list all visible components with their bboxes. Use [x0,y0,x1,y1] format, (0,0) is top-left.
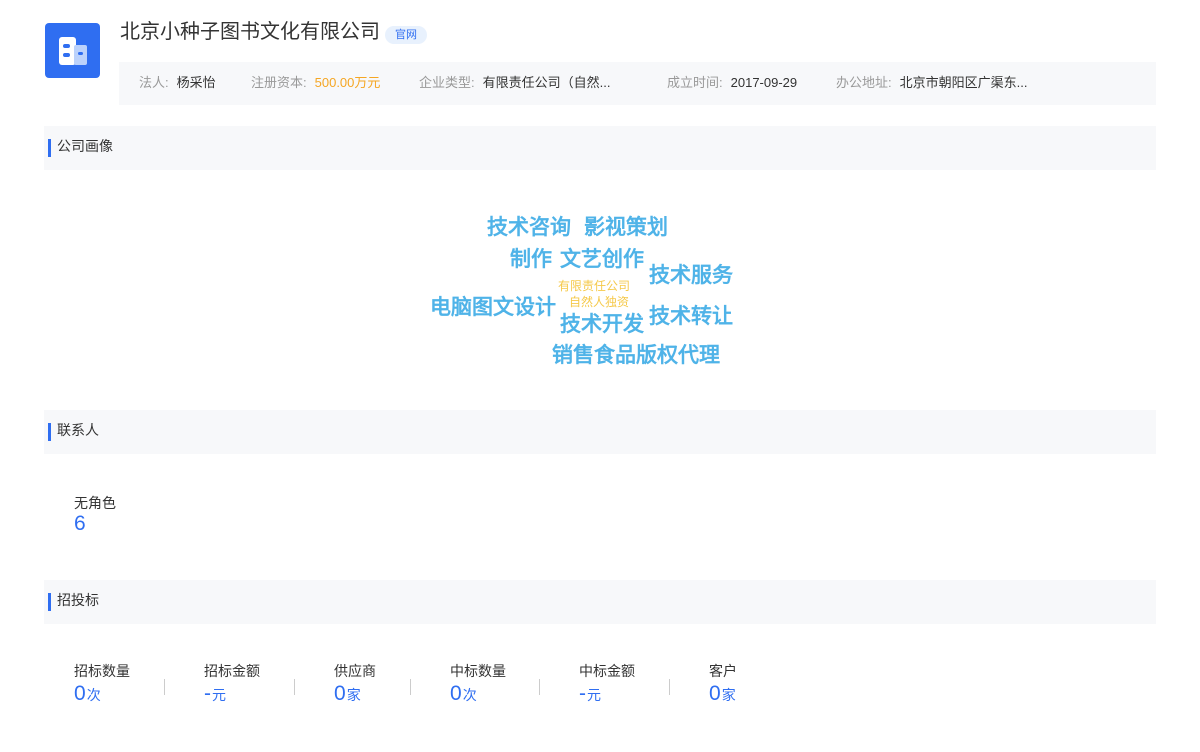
address-value: 北京市朝阳区广渠东... [899,75,1028,90]
supplier-stat: 供应商 0家 [334,662,376,706]
contact-count[interactable]: 6 [74,512,86,536]
bid-amount-stat: 招标金额 -元 [204,662,260,706]
win-amount-stat: 中标金额 -元 [579,662,635,706]
stat-number: 0 [450,682,462,705]
official-website-tag[interactable]: 官网 [385,26,427,44]
customer-stat: 客户 0家 [709,662,737,706]
stat-unit: 元 [212,687,226,703]
section-accent [48,593,51,611]
legal-person-value[interactable]: 杨采怡 [177,75,216,90]
address-label: 办公地址: [836,75,892,90]
company-name: 北京小种子图书文化有限公司 [120,21,380,43]
bid-count-stat: 招标数量 0次 [74,662,130,706]
company-info-bar: 法人: 杨采怡 注册资本: 500.00万元 企业类型: 有限责任公司（自然... 成… [119,62,1156,105]
stat-label: 招标数量 [74,663,130,679]
founded-label: 成立时间: [667,75,723,90]
word-tag: 技术转让 [649,305,733,328]
company-type-item: 企业类型: 有限责任公司（自然... [419,62,610,103]
stat-number: 0 [334,682,346,705]
building-icon [58,36,87,65]
legal-person-item: 法人: 杨采怡 [139,62,216,103]
stat-label: 中标金额 [579,663,635,679]
word-tag: 电脑图文设计 [430,296,556,319]
stat-number: - [579,682,586,705]
section-title: 联系人 [57,422,99,438]
word-tag: 自然人独资 [569,295,630,309]
word-tag: 技术服务 [649,264,733,287]
capital-value: 500.00万元 [314,75,381,90]
stat-divider [669,679,670,695]
stat-number: - [204,682,211,705]
stat-value: -元 [204,682,260,706]
word-tag: 影视策划 [584,216,668,239]
section-accent [48,139,51,157]
stat-value[interactable]: 0次 [450,682,506,706]
stat-divider [410,679,411,695]
stat-unit: 家 [721,687,736,703]
word-tag: 制作 [510,248,552,271]
stat-divider [294,679,295,695]
stat-number: 0 [74,682,86,705]
stat-value: -元 [579,682,635,706]
legal-person-label: 法人: [139,75,169,90]
win-count-stat: 中标数量 0次 [450,662,506,706]
capital-item: 注册资本: 500.00万元 [251,62,380,103]
stat-label: 供应商 [334,663,376,679]
stat-unit: 次 [86,687,101,703]
stat-value[interactable]: 0次 [74,682,130,706]
section-title: 公司画像 [57,138,113,154]
word-cloud: 技术咨询 影视策划 制作 文艺创作 技术服务 有限责任公司 自然人独资 电脑图文… [0,170,1200,400]
stat-divider [164,679,165,695]
stat-unit: 元 [587,687,601,703]
company-type-label: 企业类型: [419,75,475,90]
stat-divider [539,679,540,695]
address-item: 办公地址: 北京市朝阳区广渠东... [836,62,1027,103]
stat-number: 0 [709,682,721,705]
section-title: 招投标 [57,592,99,608]
section-contacts-header: 联系人 [44,410,1156,454]
word-tag: 销售食品版权代理 [552,344,720,367]
contact-role-label: 无角色 [74,495,116,511]
stat-unit: 次 [462,687,477,703]
word-tag: 技术咨询 [487,216,571,239]
stat-value[interactable]: 0家 [334,682,376,706]
section-bidding-header: 招投标 [44,580,1156,624]
company-type-value: 有限责任公司（自然... [482,75,611,90]
section-accent [48,423,51,441]
founded-item: 成立时间: 2017-09-29 [667,62,797,103]
stat-label: 中标数量 [450,663,506,679]
section-portrait-header: 公司画像 [44,126,1156,170]
company-logo [45,23,100,78]
word-tag: 技术开发 [560,313,644,336]
word-tag: 有限责任公司 [558,279,631,293]
word-tag: 文艺创作 [560,248,644,271]
stat-label: 招标金额 [204,663,260,679]
capital-label: 注册资本: [251,75,307,90]
stat-unit: 家 [346,687,361,703]
stat-value[interactable]: 0家 [709,682,737,706]
stat-label: 客户 [709,663,737,679]
founded-value: 2017-09-29 [730,75,798,90]
